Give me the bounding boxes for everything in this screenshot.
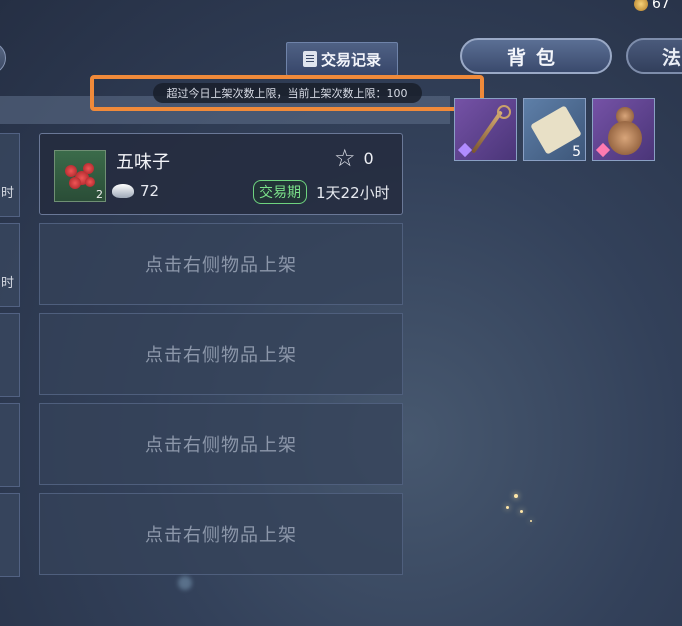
inventory-slot[interactable] [592, 98, 655, 161]
glow-effect [178, 576, 192, 590]
tab-bag[interactable]: 背包 [460, 38, 612, 74]
item-name: 五味子 [116, 152, 170, 173]
left-cell[interactable]: 时 [0, 223, 20, 307]
trade-record-label: 交易记录 [320, 50, 381, 69]
sparkle-effect [530, 520, 532, 522]
inventory-slot[interactable]: 5 [523, 98, 586, 161]
empty-listing-slot[interactable]: 点击右侧物品上架 [39, 493, 403, 575]
trade-record-button[interactable]: 交易记录 [286, 42, 398, 76]
listing-limit-notice: 超过今日上架次数上限，当前上架次数上限：100 [90, 75, 484, 111]
sparkle-effect [514, 494, 518, 498]
rarity-gem-icon [595, 142, 611, 158]
coin-icon [634, 0, 648, 11]
left-cell-label: 时 [0, 276, 14, 291]
listing-item[interactable]: 2 五味子 ☆ 0 72 交易期 1天22小时 [39, 133, 403, 215]
star-icon: ☆ [334, 144, 356, 172]
currency-value: 67 [652, 0, 670, 12]
time-left: 1天22小时 [316, 184, 390, 202]
sparkle-effect [520, 510, 523, 513]
inventory-slot[interactable] [454, 98, 517, 161]
left-cell[interactable]: 时 [0, 133, 20, 217]
left-cell[interactable] [0, 493, 20, 577]
sparkle-effect [506, 506, 509, 509]
empty-listing-slot[interactable]: 点击右侧物品上架 [39, 223, 403, 305]
slot-count: 5 [572, 144, 581, 160]
scroll-icon [302, 51, 317, 67]
empty-listing-slot[interactable]: 点击右侧物品上架 [39, 313, 403, 395]
schisandra-item-icon: 2 [54, 150, 106, 202]
star-count: 0 [363, 148, 374, 168]
left-cell-label: 时 [0, 186, 14, 201]
thumb-count: 2 [96, 188, 103, 201]
price-value: 72 [140, 182, 160, 200]
currency-display: 67 [634, 0, 670, 12]
tab-spell[interactable]: 法 [626, 38, 682, 74]
left-cell[interactable] [0, 403, 20, 487]
left-cell[interactable] [0, 313, 20, 397]
notice-text: 超过今日上架次数上限，当前上架次数上限：100 [152, 83, 422, 103]
rarity-gem-icon [457, 142, 473, 158]
trade-period-badge: 交易期 [253, 180, 307, 204]
silver-ingot-icon [112, 184, 134, 198]
price: 72 [112, 182, 159, 200]
back-button[interactable] [0, 42, 6, 74]
empty-listing-slot[interactable]: 点击右侧物品上架 [39, 403, 403, 485]
favorite-button[interactable]: ☆ 0 [334, 146, 374, 170]
